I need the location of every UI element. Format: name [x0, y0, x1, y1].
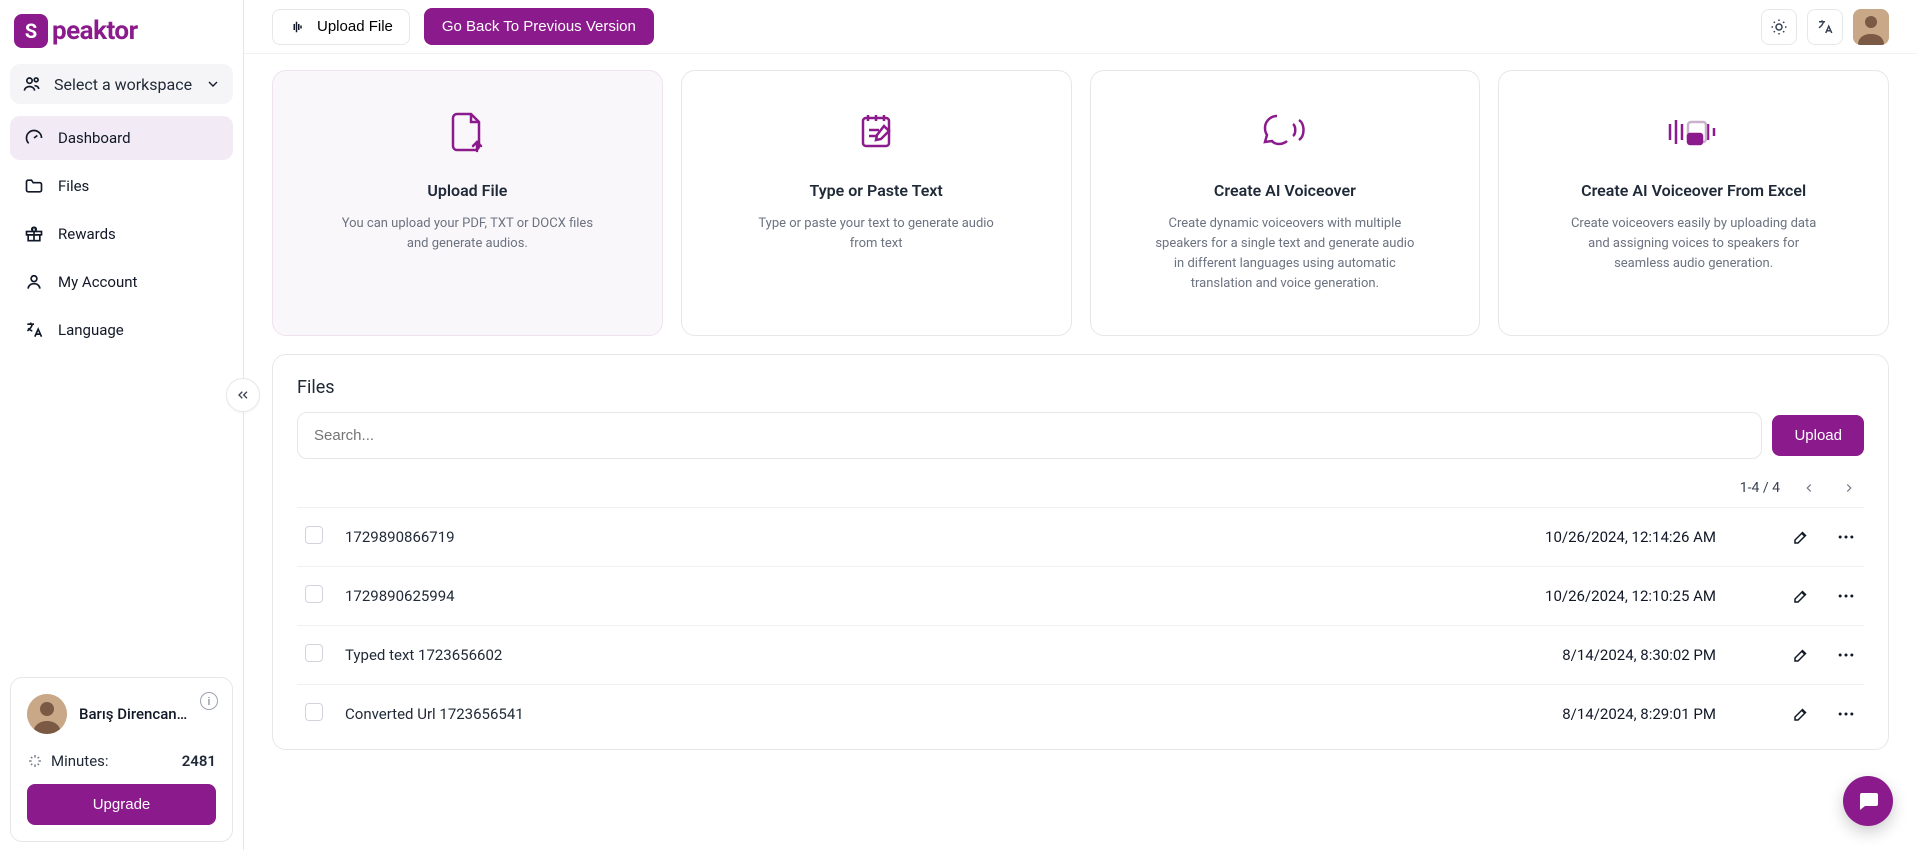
- file-date: 8/14/2024, 8:29:01 PM: [1424, 684, 1724, 743]
- pagination-range: 1-4 / 4: [1740, 480, 1780, 496]
- file-date: 10/26/2024, 12:14:26 AM: [1424, 507, 1724, 566]
- upgrade-button[interactable]: Upgrade: [27, 784, 216, 825]
- file-upload-icon: [447, 111, 487, 153]
- action-cards: Upload File You can upload your PDF, TXT…: [272, 70, 1889, 336]
- table-row[interactable]: 1729890866719 10/26/2024, 12:14:26 AM: [297, 507, 1864, 566]
- language-toggle[interactable]: [1807, 9, 1843, 45]
- row-checkbox[interactable]: [305, 526, 323, 544]
- users-icon: [22, 74, 42, 94]
- folder-icon: [24, 176, 44, 196]
- file-date: 8/14/2024, 8:30:02 PM: [1424, 625, 1724, 684]
- edit-icon[interactable]: [1792, 646, 1810, 664]
- table-row[interactable]: 1729890625994 10/26/2024, 12:10:25 AM: [297, 566, 1864, 625]
- table-row[interactable]: Converted Url 1723656541 8/14/2024, 8:29…: [297, 684, 1864, 743]
- page-next[interactable]: [1838, 477, 1860, 499]
- files-table: 1729890866719 10/26/2024, 12:14:26 AM 17…: [297, 507, 1864, 743]
- workspace-selector[interactable]: Select a workspace: [10, 64, 233, 104]
- svg-text:xls: xls: [1691, 138, 1698, 144]
- sidebar-item-rewards[interactable]: Rewards: [10, 212, 233, 256]
- main: Upload File Go Back To Previous Version: [244, 0, 1917, 850]
- edit-icon[interactable]: [1792, 705, 1810, 723]
- minutes-value: 2481: [182, 752, 216, 770]
- table-row[interactable]: Typed text 1723656602 8/14/2024, 8:30:02…: [297, 625, 1864, 684]
- more-icon[interactable]: [1836, 645, 1856, 665]
- speaking-head-icon: [1259, 111, 1311, 153]
- row-checkbox[interactable]: [305, 703, 323, 721]
- sidebar-item-label: My Account: [58, 273, 137, 291]
- more-icon[interactable]: [1836, 586, 1856, 606]
- sidebar-item-dashboard[interactable]: Dashboard: [10, 116, 233, 160]
- notepad-icon: [856, 111, 896, 153]
- sidebar-item-label: Dashboard: [58, 129, 131, 147]
- logo-mark: S: [14, 14, 48, 48]
- card-desc: Create voiceovers easily by uploading da…: [1564, 214, 1824, 274]
- user-name: Barış Direncan ...: [79, 705, 189, 723]
- sidebar-item-language[interactable]: Language: [10, 308, 233, 352]
- sidebar-item-label: Rewards: [58, 225, 116, 243]
- translate-icon: [24, 320, 44, 340]
- logo[interactable]: S peaktor: [10, 8, 233, 58]
- more-icon[interactable]: [1836, 704, 1856, 724]
- sidebar-nav: Dashboard Files Rewards My Account: [10, 116, 233, 352]
- card-desc: Create dynamic voiceovers with multiple …: [1155, 214, 1415, 295]
- card-title: Type or Paste Text: [809, 181, 942, 200]
- file-name: Typed text 1723656602: [337, 625, 1424, 684]
- sun-icon: [1770, 18, 1788, 36]
- card-upload-file[interactable]: Upload File You can upload your PDF, TXT…: [272, 70, 663, 336]
- file-name: 1729890866719: [337, 507, 1424, 566]
- page-prev[interactable]: [1798, 477, 1820, 499]
- sidebar-item-files[interactable]: Files: [10, 164, 233, 208]
- sidebar-item-label: Files: [58, 177, 89, 195]
- button-label: Upload File: [317, 18, 393, 35]
- card-title: Create AI Voiceover: [1214, 181, 1356, 200]
- pagination: 1-4 / 4: [297, 477, 1860, 499]
- chat-icon: [1856, 789, 1880, 813]
- topbar: Upload File Go Back To Previous Version: [244, 0, 1917, 54]
- logo-text: peaktor: [52, 16, 138, 46]
- translate-icon: [1816, 18, 1834, 36]
- edit-icon[interactable]: [1792, 587, 1810, 605]
- sparkle-icon: [27, 753, 43, 769]
- chevron-down-icon: [205, 76, 221, 92]
- workspace-label: Select a workspace: [54, 75, 192, 94]
- row-checkbox[interactable]: [305, 585, 323, 603]
- file-name: Converted Url 1723656541: [337, 684, 1424, 743]
- avatar: [27, 694, 67, 734]
- info-icon[interactable]: i: [200, 692, 218, 710]
- card-title: Upload File: [427, 181, 507, 200]
- search-input[interactable]: [297, 412, 1762, 459]
- gift-icon: [24, 224, 44, 244]
- card-desc: You can upload your PDF, TXT or DOCX fil…: [337, 214, 597, 254]
- minutes-label: Minutes:: [51, 752, 109, 770]
- upload-file-button[interactable]: Upload File: [272, 9, 410, 45]
- avatar[interactable]: [1853, 9, 1889, 45]
- files-heading: Files: [297, 377, 1864, 398]
- files-panel: Files Upload 1-4 / 4 172989086671: [272, 354, 1889, 750]
- card-type-paste[interactable]: Type or Paste Text Type or paste your te…: [681, 70, 1072, 336]
- sidebar: S peaktor Select a workspace Dashboard: [0, 0, 244, 850]
- file-date: 10/26/2024, 12:10:25 AM: [1424, 566, 1724, 625]
- upload-button[interactable]: Upload: [1772, 415, 1864, 456]
- sidebar-footer: Barış Direncan ... i Minutes: 2481 Upgra…: [10, 677, 233, 842]
- go-back-button[interactable]: Go Back To Previous Version: [424, 8, 654, 45]
- sidebar-item-account[interactable]: My Account: [10, 260, 233, 304]
- card-title: Create AI Voiceover From Excel: [1581, 181, 1806, 200]
- chat-fab[interactable]: [1843, 776, 1893, 826]
- gauge-icon: [24, 128, 44, 148]
- card-ai-voiceover[interactable]: Create AI Voiceover Create dynamic voice…: [1090, 70, 1481, 336]
- file-name: 1729890625994: [337, 566, 1424, 625]
- collapse-sidebar-button[interactable]: [226, 378, 260, 412]
- edit-icon[interactable]: [1792, 528, 1810, 546]
- waveform-icon: [289, 18, 307, 36]
- more-icon[interactable]: [1836, 527, 1856, 547]
- card-ai-voiceover-excel[interactable]: xls Create AI Voiceover From Excel Creat…: [1498, 70, 1889, 336]
- theme-toggle[interactable]: [1761, 9, 1797, 45]
- sidebar-item-label: Language: [58, 321, 124, 339]
- card-desc: Type or paste your text to generate audi…: [746, 214, 1006, 254]
- waveform-xls-icon: xls: [1658, 111, 1730, 153]
- row-checkbox[interactable]: [305, 644, 323, 662]
- user-icon: [24, 272, 44, 292]
